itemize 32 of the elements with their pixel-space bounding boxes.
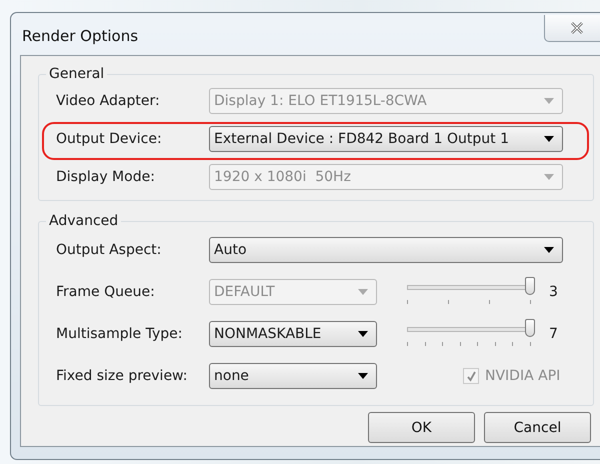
slider-value: 7 [549, 326, 558, 342]
field-label: Multisample Type: [56, 326, 184, 342]
dropdown[interactable]: Auto [209, 237, 563, 263]
dropdown-arrow-icon [358, 373, 368, 379]
dropdown-arrow-icon [544, 136, 554, 142]
field-label: Video Adapter: [56, 93, 161, 109]
dropdown[interactable]: External Device : FD842 Board 1 Output 1 [209, 126, 563, 152]
checkmark-icon [466, 370, 476, 382]
slider-thumb[interactable] [525, 319, 535, 337]
window-title: Render Options [22, 27, 138, 45]
group-title: General [48, 66, 106, 82]
slider[interactable] [407, 319, 535, 349]
dropdown[interactable]: none [209, 363, 377, 389]
slider-value: 3 [549, 284, 558, 300]
dialog-button[interactable]: OK [368, 412, 475, 443]
dropdown-arrow-icon [544, 174, 554, 180]
dropdown-arrow-icon [358, 331, 368, 337]
dialog-button[interactable]: Cancel [484, 412, 591, 443]
group-title: Advanced [48, 213, 120, 229]
close-icon [569, 21, 585, 35]
close-button[interactable] [544, 15, 600, 42]
dropdown-arrow-icon [544, 247, 554, 253]
dropdown-arrow-icon [358, 289, 368, 295]
field-label: Frame Queue: [56, 284, 156, 300]
field-label: Display Mode: [56, 169, 156, 185]
checkbox-label: NVIDIA API [485, 368, 560, 384]
dropdown[interactable]: NONMASKABLE [209, 321, 377, 347]
slider[interactable] [407, 277, 535, 307]
field-label: Fixed size preview: [56, 368, 188, 384]
field-label: Output Aspect: [56, 242, 162, 258]
field-label: Output Device: [56, 131, 163, 147]
dropdown-arrow-icon [544, 98, 554, 104]
